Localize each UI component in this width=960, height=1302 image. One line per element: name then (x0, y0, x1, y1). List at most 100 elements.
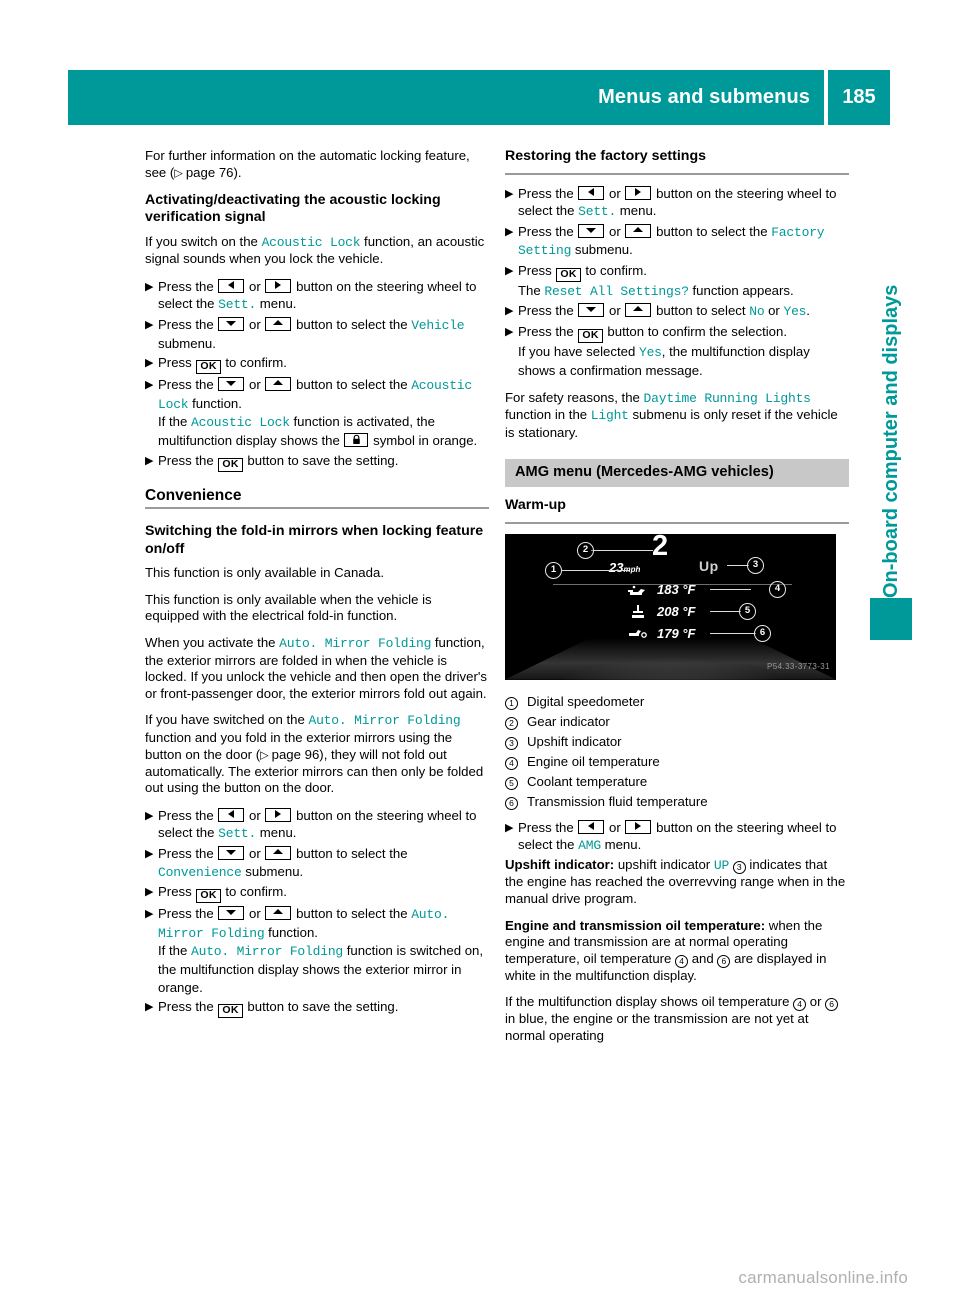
circled-number-icon: 4 (505, 756, 518, 770)
figure-coolant-temp: 208 °F (657, 603, 696, 619)
term-auto-mirror-folding: Auto. Mirror Folding (279, 636, 432, 651)
ok-key-icon: OK (556, 267, 581, 282)
step-text: Press the or button on the steering whee… (518, 819, 837, 854)
term-daytime-running-lights: Daytime Running Lights (643, 390, 811, 406)
blue-text-c: in blue, the engine or the transmission … (505, 1011, 809, 1043)
steps-acoustic: ▶ Press the or button on the steering whe… (145, 278, 489, 472)
step-arrow-icon: ▶ (145, 809, 154, 822)
mirrors-p1: This function is only available in Canad… (145, 565, 384, 581)
callout-5: 5 (739, 602, 756, 620)
step-text: Press the or button on the steering whee… (158, 278, 477, 313)
safety-b: function in the (505, 407, 591, 423)
callout-2: 2 (577, 541, 594, 559)
inline-circ-3: 3 (732, 860, 746, 874)
arrow-left-key-icon (578, 185, 605, 200)
callout-lead-5 (710, 610, 741, 612)
circled-number-icon: 5 (505, 776, 518, 790)
figure-gear-value: 2 (652, 533, 668, 562)
intro-paragraph: For further information on the automatic… (145, 148, 489, 182)
footer-watermark: carmanualsonline.info (738, 1268, 908, 1287)
step-arrow-icon: ▶ (145, 357, 154, 370)
legend-item: 5 Coolant temperature (505, 772, 849, 791)
step-text: Press the OK button to confirm the selec… (518, 324, 810, 379)
oil-can-icon (627, 584, 649, 602)
arrow-down-key-icon (578, 303, 605, 318)
arrow-left-key-icon (578, 819, 605, 834)
menu-term: Sett. (218, 297, 257, 313)
legend-number: 5 (505, 772, 527, 791)
callout-3: 3 (747, 556, 764, 574)
arrow-left-key-icon (218, 807, 245, 822)
heading-acoustic: Activating/deactivating the acoustic loc… (145, 191, 441, 226)
legend-label: Engine oil temperature (527, 753, 660, 769)
step-text: Press the or button to select the Factor… (518, 223, 825, 259)
instruction-step: ▶ Press the OK button to confirm the sele… (505, 323, 849, 379)
step-arrow-icon: ▶ (145, 908, 154, 921)
callout-lead-6 (710, 632, 756, 634)
page-ref-icon-2: ▷ (260, 749, 272, 762)
term-light: Light (590, 408, 629, 424)
header-page-box: 185 (828, 70, 890, 125)
arrow-down-key-icon (218, 317, 245, 332)
step-text: Press the or button to select No or Yes. (518, 303, 810, 320)
step-arrow-icon: ▶ (505, 305, 514, 318)
step-text: Press OK to confirm. The Reset All Settin… (518, 262, 794, 299)
step-text: Press the or button to select the Conven… (158, 846, 408, 880)
ok-key-icon: OK (218, 457, 243, 472)
step-arrow-icon: ▶ (145, 886, 154, 899)
page-header: Menus and submenus 185 (68, 70, 890, 125)
instruction-step: ▶ Press the or button to select the Auto.… (145, 905, 489, 996)
mirrors-p3-a: When you activate the (145, 635, 280, 650)
legend-label: Gear indicator (527, 713, 610, 729)
arrow-down-key-icon (218, 377, 245, 392)
figure-oil-temp: 183 °F (657, 581, 696, 597)
legend-label: Coolant temperature (527, 773, 648, 789)
step-text: Press the OK button to save the setting. (158, 999, 399, 1019)
instruction-step: ▶ Press the or button on the steering whe… (145, 807, 489, 843)
figure-trans-temp: 179 °F (657, 625, 696, 641)
heading-warmup: Warm-up (505, 497, 566, 514)
arrow-right-key-icon (625, 819, 652, 834)
step-text: Press the or button on the steering whee… (158, 807, 477, 842)
term-auto-mirror-folding-2: Auto. Mirror Folding (308, 713, 461, 729)
instruction-step: ▶ Press the or button on the steering whe… (505, 185, 849, 221)
instruction-step: ▶ Press the or button to select No or Yes… (505, 302, 849, 321)
legend-number: 3 (505, 732, 527, 751)
page-title: Menus and submenus (598, 86, 810, 108)
side-tab: On-board computer and displays (846, 200, 912, 640)
heading-mirrors: Switching the fold-in mirrors when locki… (145, 523, 484, 557)
instruction-step: ▶ Press the or button on the steering whe… (145, 278, 489, 314)
menu-term: Sett. (578, 204, 617, 220)
step-arrow-icon: ▶ (145, 454, 154, 467)
instruction-step: ▶ Press the or button to select the Acous… (145, 376, 489, 449)
callout-4: 4 (769, 580, 786, 598)
circled-number-icon: 6 (505, 796, 518, 810)
instruction-step: ▶ Press the OK button to save the setting… (145, 998, 489, 1019)
instruction-step: ▶ Press OK to confirm. (145, 354, 489, 375)
step-arrow-icon: ▶ (505, 225, 514, 238)
heading-factory: Restoring the factory settings (505, 148, 707, 164)
blue-temp-explanation: If the multifunction display shows oil t… (505, 994, 849, 1044)
steps-amg: ▶ Press the or button on the steering whe… (505, 819, 849, 855)
menu-term: Auto. Mirror Folding (191, 944, 344, 960)
page-ref-icon: ▷ (174, 167, 186, 180)
instruction-step: ▶ Press OK to confirm. The Reset All Setti… (505, 262, 849, 301)
acoustic-intro-a: If you switch on the (145, 233, 262, 249)
figure-upshift-value: Up (699, 557, 719, 574)
term-acoustic-lock: Acoustic Lock (261, 234, 361, 250)
step-arrow-icon: ▶ (145, 319, 154, 332)
legend-number: 1 (505, 692, 527, 711)
term-up: UP (713, 857, 730, 873)
oil-label: Engine and transmission oil temperature: (505, 917, 766, 933)
callout-lead-2 (591, 549, 653, 551)
menu-term: Auto. Mirror Folding (158, 907, 450, 941)
circled-number-icon: 1 (505, 696, 518, 710)
arrow-right-key-icon (265, 278, 292, 293)
legend-item: 3 Upshift indicator (505, 732, 849, 751)
side-tab-marker (870, 598, 912, 640)
ok-key-icon: OK (218, 1004, 243, 1019)
arrow-up-key-icon (265, 906, 292, 921)
upshift-text-a: upshift indicator (614, 856, 714, 872)
factory-rule (505, 172, 849, 175)
menu-term: Factory Setting (518, 224, 825, 259)
